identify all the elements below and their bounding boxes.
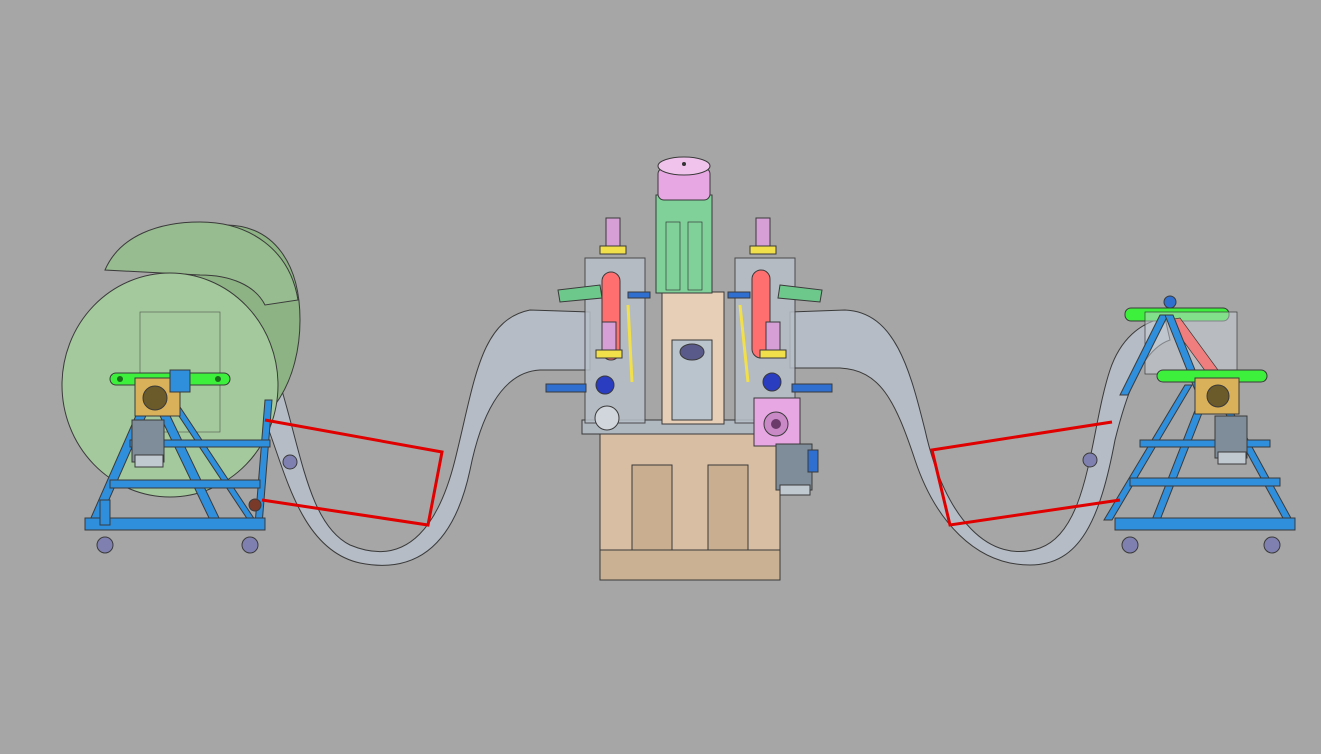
center-machine bbox=[545, 156, 833, 581]
right-drive bbox=[762, 372, 782, 392]
strip-left-loop bbox=[261, 309, 591, 566]
casters-right bbox=[1082, 452, 1281, 554]
cad-viewport[interactable] bbox=[0, 0, 1321, 754]
machine-base bbox=[599, 431, 781, 581]
top-motor bbox=[655, 156, 713, 294]
strip-right-loop bbox=[789, 309, 1171, 566]
gear-icon bbox=[594, 405, 620, 431]
left-drive bbox=[595, 375, 615, 395]
gearbox-motor-right bbox=[1194, 377, 1248, 465]
assembly-drawing bbox=[61, 156, 1296, 581]
left-uncoiler bbox=[61, 221, 444, 554]
